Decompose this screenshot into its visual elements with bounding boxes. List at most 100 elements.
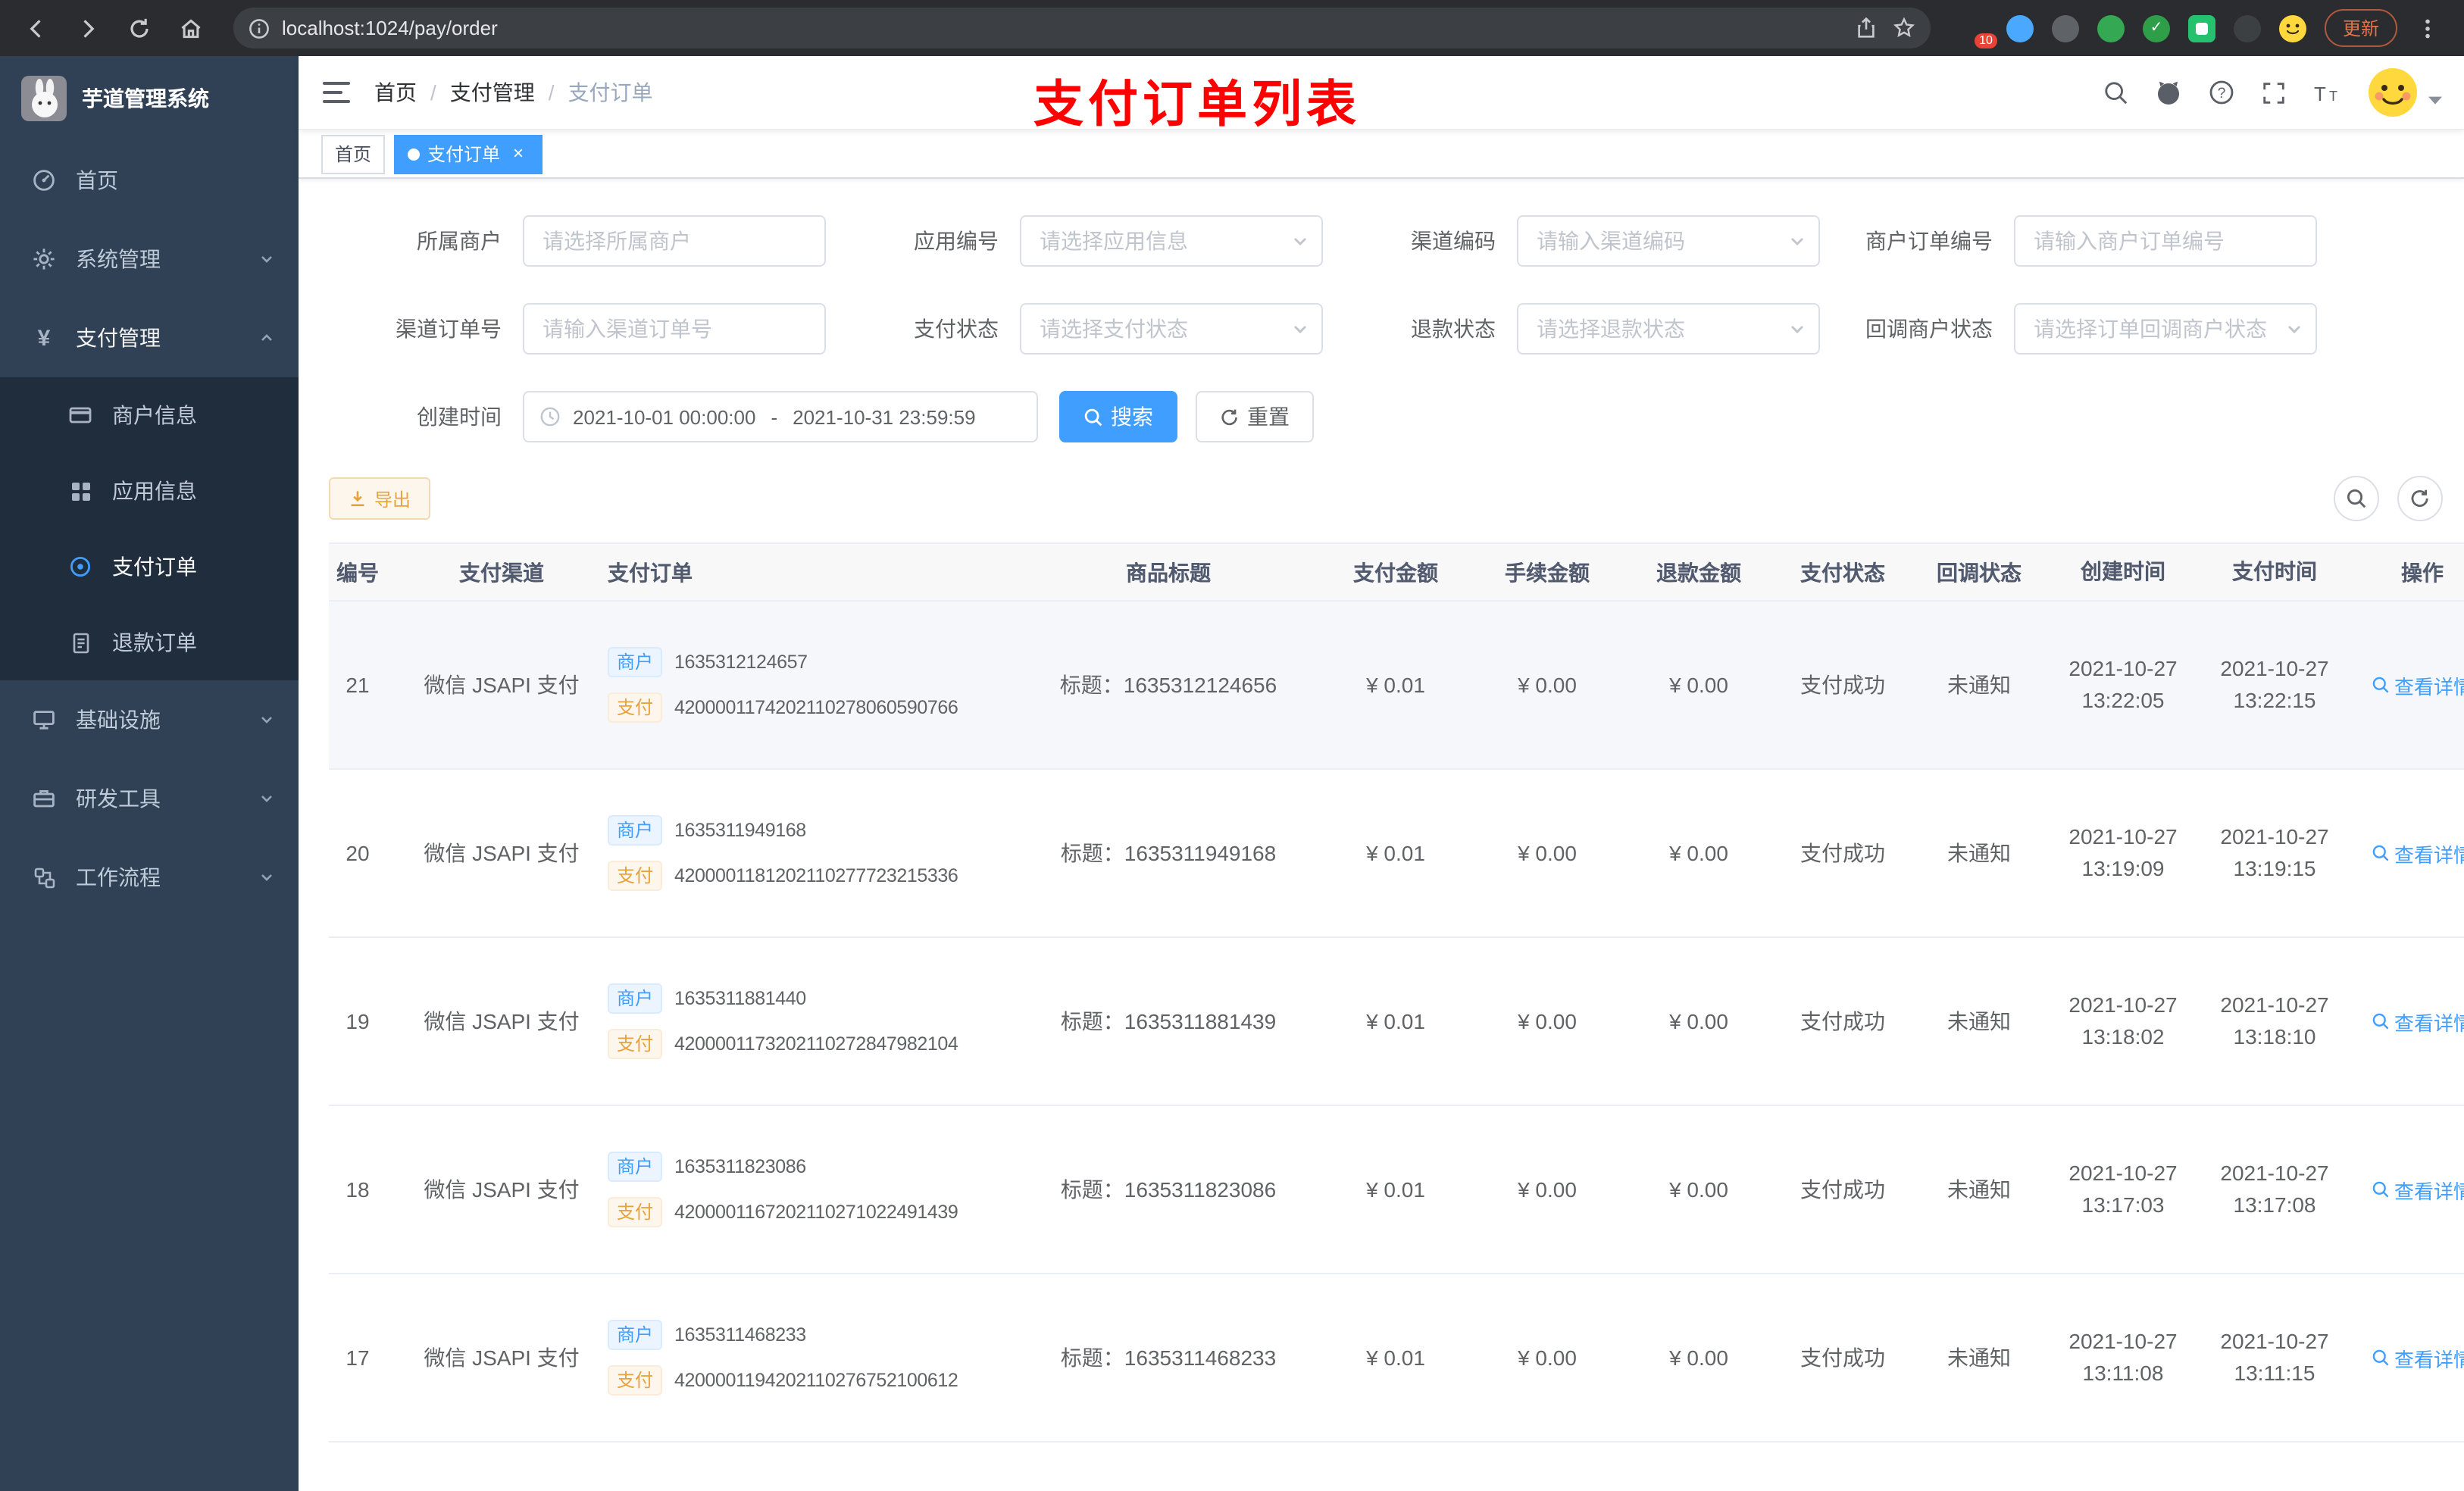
site-info-icon[interactable] bbox=[249, 17, 270, 39]
table-row: 17 微信 JSAPI 支付 商户 1635311468233 支付 42000… bbox=[329, 1274, 2464, 1443]
close-icon[interactable]: × bbox=[508, 142, 529, 164]
filter-group-channel-code: 渠道编码 bbox=[1323, 215, 1820, 267]
date-range-picker[interactable]: 2021-10-01 00:00:00 - 2021-10-31 23:59:5… bbox=[523, 391, 1038, 442]
view-detail-label: 查看详情 bbox=[2394, 1011, 2464, 1034]
cell-channel: 微信 JSAPI 支付 bbox=[424, 1177, 580, 1202]
extension-drop-icon[interactable] bbox=[2006, 14, 2034, 42]
app-logo[interactable]: 芋道管理系统 bbox=[0, 56, 299, 141]
table-row: 商户 163531135786 bbox=[329, 1443, 2464, 1491]
view-detail-link[interactable]: 查看详情 bbox=[2372, 670, 2464, 699]
cell-pay-time: 2021-10-27 13:19:15 bbox=[2199, 821, 2350, 885]
reset-button[interactable]: 重置 bbox=[1196, 391, 1314, 442]
home-icon[interactable] bbox=[170, 7, 212, 49]
cell-action: 查看详情 bbox=[2350, 1175, 2464, 1204]
cell-pay-time: 2021-10-27 13:18:10 bbox=[2199, 989, 2350, 1053]
sidebar-item-payment[interactable]: ¥ 支付管理 bbox=[0, 299, 299, 377]
merchant-input[interactable] bbox=[523, 215, 826, 267]
breadcrumb: 首页 / 支付管理 / 支付订单 bbox=[374, 77, 653, 108]
clock-icon bbox=[539, 406, 561, 427]
sidebar-item-label: 应用信息 bbox=[112, 479, 197, 503]
notify-status-input[interactable] bbox=[2014, 303, 2317, 355]
bookmark-star-icon[interactable] bbox=[1893, 17, 1915, 39]
extension-check-icon[interactable]: ✓ bbox=[2142, 14, 2170, 42]
sidebar-item-infrastructure[interactable]: 基础设施 bbox=[0, 680, 299, 759]
back-icon[interactable] bbox=[15, 7, 58, 49]
caret-down-icon bbox=[2428, 95, 2443, 105]
browser-menu-icon[interactable] bbox=[2406, 7, 2449, 49]
browser-update-button[interactable]: 更新 bbox=[2324, 9, 2397, 47]
extension-green-icon[interactable] bbox=[2097, 14, 2125, 42]
app-select-input[interactable] bbox=[1020, 215, 1323, 267]
github-icon[interactable] bbox=[2155, 79, 2182, 106]
create-time: 13:11:08 bbox=[2082, 1361, 2164, 1385]
view-detail-link[interactable]: 查看详情 bbox=[2372, 1007, 2464, 1036]
pay-status-input[interactable] bbox=[1020, 303, 1323, 355]
pay-time: 13:18:10 bbox=[2233, 1024, 2316, 1049]
extension-smiley-icon[interactable] bbox=[2278, 14, 2306, 42]
column-header: 退款金额 bbox=[1656, 560, 1741, 584]
url-text[interactable]: localhost:1024/pay/order bbox=[282, 17, 1855, 39]
reload-icon[interactable] bbox=[118, 7, 161, 49]
channel-order-no-input[interactable] bbox=[523, 303, 826, 355]
cell-title: 标题：1635311468233 bbox=[1060, 1346, 1277, 1370]
sidebar-item-system[interactable]: 系统管理 bbox=[0, 220, 299, 299]
sidebar-item-dev-tools[interactable]: 研发工具 bbox=[0, 759, 299, 838]
address-bar[interactable]: localhost:1024/pay/order bbox=[233, 8, 1931, 48]
share-icon[interactable] bbox=[1855, 17, 1878, 39]
view-detail-link[interactable]: 查看详情 bbox=[2372, 1343, 2464, 1372]
sidebar-item-refund-order[interactable]: 退款订单 bbox=[0, 605, 299, 680]
cell-order: 商户 163531135786 bbox=[593, 1488, 1017, 1491]
tab-home[interactable]: 首页 bbox=[321, 134, 386, 173]
hamburger-icon[interactable] bbox=[323, 80, 350, 105]
extension-chat-icon[interactable] bbox=[2187, 14, 2215, 42]
view-detail-link[interactable]: 查看详情 bbox=[2372, 1175, 2464, 1204]
view-detail-link[interactable]: 查看详情 bbox=[2372, 839, 2464, 867]
cell-create-time: 2021-10-27 13:17:03 bbox=[2047, 1158, 2199, 1221]
user-avatar-menu[interactable] bbox=[2367, 67, 2443, 118]
breadcrumb-item-home[interactable]: 首页 bbox=[374, 77, 417, 108]
refund-status-input[interactable] bbox=[1517, 303, 1820, 355]
merchant-order-no: 1635311468233 bbox=[674, 1324, 806, 1346]
refresh-button[interactable] bbox=[2397, 476, 2443, 521]
help-icon[interactable]: ? bbox=[2208, 79, 2235, 106]
filter-group-refund-status: 退款状态 bbox=[1323, 303, 1820, 355]
sidebar-item-pay-order[interactable]: 支付订单 bbox=[0, 529, 299, 605]
screen: localhost:1024/pay/order 10 ✓ 更新 芋道管理系统 … bbox=[0, 0, 2464, 1491]
cell-refund: ¥ 0.00 bbox=[1669, 1346, 1728, 1370]
extension-grid-icon[interactable]: 10 bbox=[1961, 14, 1997, 48]
tab-pay-order[interactable]: 支付订单 × bbox=[394, 134, 543, 173]
extension-dark-icon[interactable] bbox=[2051, 14, 2079, 42]
search-button[interactable]: 搜索 bbox=[1059, 391, 1177, 442]
fullscreen-icon[interactable] bbox=[2261, 80, 2287, 105]
sidebar-item-merchant-info[interactable]: 商户信息 bbox=[0, 377, 299, 453]
extension-pin-icon[interactable] bbox=[2233, 14, 2261, 42]
chevron-down-icon bbox=[259, 791, 274, 806]
column-header: 支付时间 bbox=[2232, 559, 2317, 583]
cell-refund: ¥ 0.00 bbox=[1669, 673, 1728, 697]
sidebar-menu: 首页 系统管理 ¥ 支付管理 商户信息 应用信息 支付订单 退款订单 基础设施 … bbox=[0, 141, 299, 917]
search-icon[interactable] bbox=[2103, 80, 2129, 105]
filter-group-notify-status: 回调商户状态 bbox=[1820, 303, 2317, 355]
cell-create-time: 2021-10-27 13:11:08 bbox=[2047, 1326, 2199, 1389]
card-icon bbox=[67, 402, 94, 429]
breadcrumb-item-payment[interactable]: 支付管理 bbox=[450, 77, 535, 108]
forward-icon[interactable] bbox=[67, 7, 109, 49]
cell-order: 商户 1635311881440 支付 42000011732021102728… bbox=[593, 968, 1017, 1074]
svg-text:T: T bbox=[2329, 88, 2337, 103]
toggle-search-button[interactable] bbox=[2334, 476, 2379, 521]
annotation-title: 支付订单列表 bbox=[1033, 76, 1361, 132]
gear-icon bbox=[30, 245, 58, 273]
filter-label: 商户订单编号 bbox=[1865, 229, 1993, 253]
sidebar-item-workflow[interactable]: 工作流程 bbox=[0, 838, 299, 917]
pay-date: 2021-10-27 bbox=[2220, 656, 2329, 680]
view-detail-label: 查看详情 bbox=[2394, 1180, 2464, 1202]
sidebar-item-home[interactable]: 首页 bbox=[0, 141, 299, 220]
sidebar-item-app-info[interactable]: 应用信息 bbox=[0, 453, 299, 529]
font-size-icon[interactable]: TT bbox=[2312, 80, 2341, 105]
channel-code-input[interactable] bbox=[1517, 215, 1820, 267]
sidebar-item-label: 基础设施 bbox=[76, 708, 161, 732]
view-detail-label: 查看详情 bbox=[2394, 675, 2464, 698]
export-button[interactable]: 导出 bbox=[329, 477, 431, 520]
channel-code-select bbox=[1517, 215, 1820, 267]
merchant-order-no-input[interactable] bbox=[2014, 215, 2317, 267]
